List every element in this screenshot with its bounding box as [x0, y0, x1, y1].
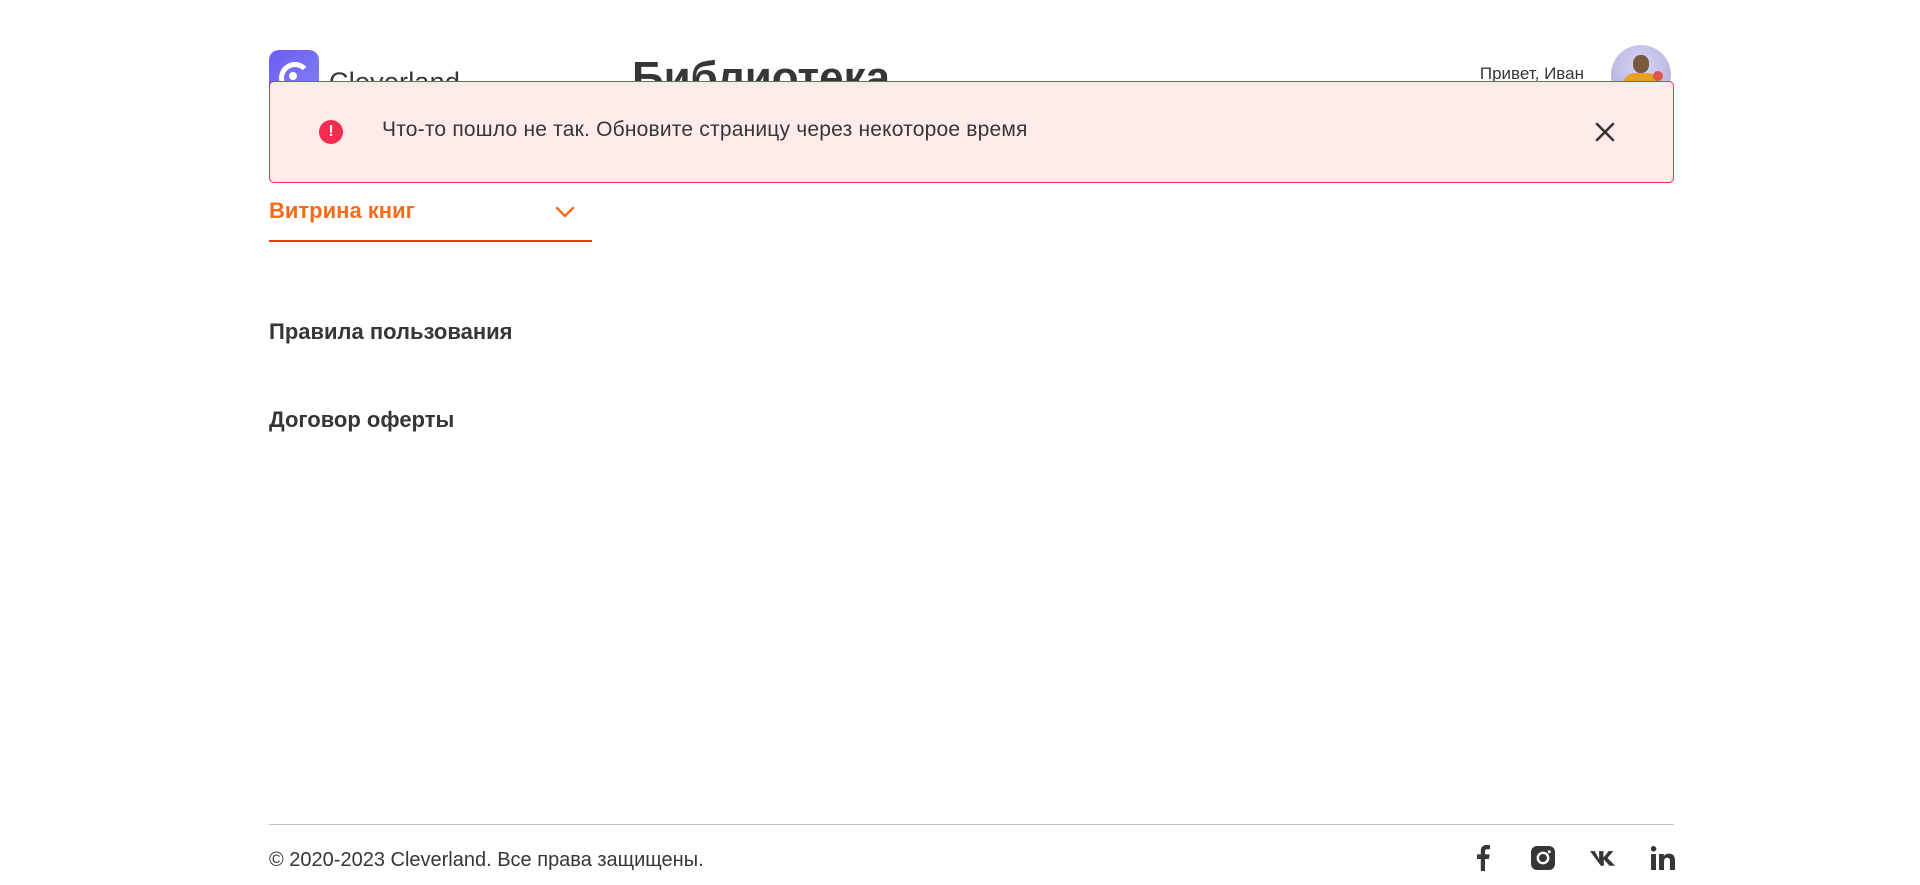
nav-offer-agreement[interactable]: Договор оферты [269, 407, 454, 433]
alert-message: Что-то пошло не так. Обновите страницу ч… [382, 118, 1028, 141]
close-icon[interactable] [1592, 119, 1618, 145]
nav-showcase[interactable]: Витрина книг [269, 192, 592, 242]
footer-divider [269, 824, 1674, 825]
nav-terms-of-use[interactable]: Правила пользования [269, 319, 512, 345]
exclamation-icon: ! [319, 120, 343, 144]
instagram-icon[interactable] [1530, 845, 1556, 871]
page: Cleverland Библиотека Привет, Иван ! Что… [269, 0, 1676, 885]
error-alert: ! Что-то пошло не так. Обновите страницу… [269, 81, 1674, 183]
social-links [1436, 845, 1676, 871]
vk-icon[interactable] [1590, 845, 1616, 871]
copyright: © 2020-2023 Cleverland. Все права защище… [269, 849, 704, 871]
nav-showcase-label: Витрина книг [269, 198, 415, 223]
chevron-down-icon[interactable] [554, 204, 576, 218]
linkedin-icon[interactable] [1650, 845, 1676, 871]
facebook-icon[interactable] [1470, 845, 1496, 871]
